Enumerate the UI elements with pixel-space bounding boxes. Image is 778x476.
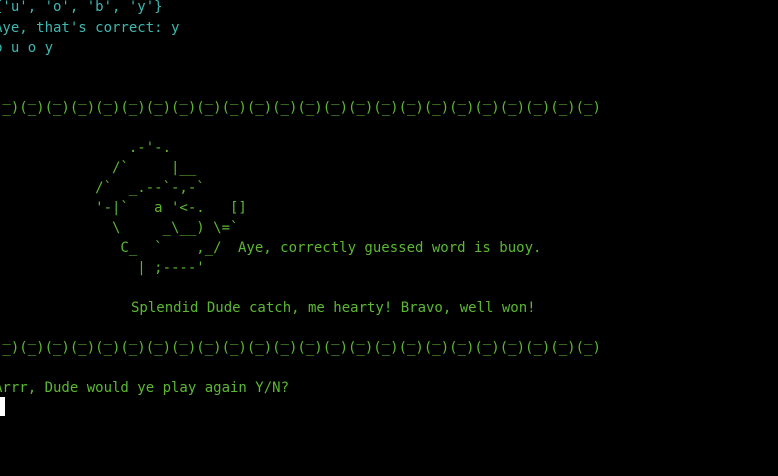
- divider-bottom-circles: (_)(_)(_)(_)(_)(_)(_)(_)(_)(_)(_)(_)(_)(…: [0, 340, 601, 356]
- parrot-art-line: .-'-.: [0, 140, 172, 156]
- parrot-art-line: | ;----': [0, 260, 205, 276]
- text-cursor[interactable]: [0, 397, 5, 416]
- parrot-art-line: '-|` a '<-. []: [0, 200, 247, 216]
- win-message: Aye, correctly guessed word is buoy.: [238, 240, 542, 256]
- correct-guess-line: Aye, that's correct: y: [0, 20, 180, 36]
- letters-set-line: {'u', 'o', 'b', 'y'}: [0, 0, 163, 15]
- play-again-prompt: Arrr, Dude would ye play again Y/N?: [0, 380, 290, 396]
- divider-top-circles: (_)(_)(_)(_)(_)(_)(_)(_)(_)(_)(_)(_)(_)(…: [0, 100, 601, 116]
- bravo-message: Splendid Dude catch, me hearty! Bravo, w…: [131, 300, 536, 316]
- parrot-art-line: /` _.--`-,-`: [0, 180, 205, 196]
- parrot-art-line: \ _\__) \=`: [0, 220, 239, 236]
- parrot-art-line: C_ ` ,_/: [0, 240, 222, 256]
- terminal-window[interactable]: {'u', 'o', 'b', 'y'} Aye, that's correct…: [0, 0, 778, 476]
- word-progress-line: b u o y: [0, 40, 54, 56]
- parrot-art-line: /` |__: [0, 160, 197, 176]
